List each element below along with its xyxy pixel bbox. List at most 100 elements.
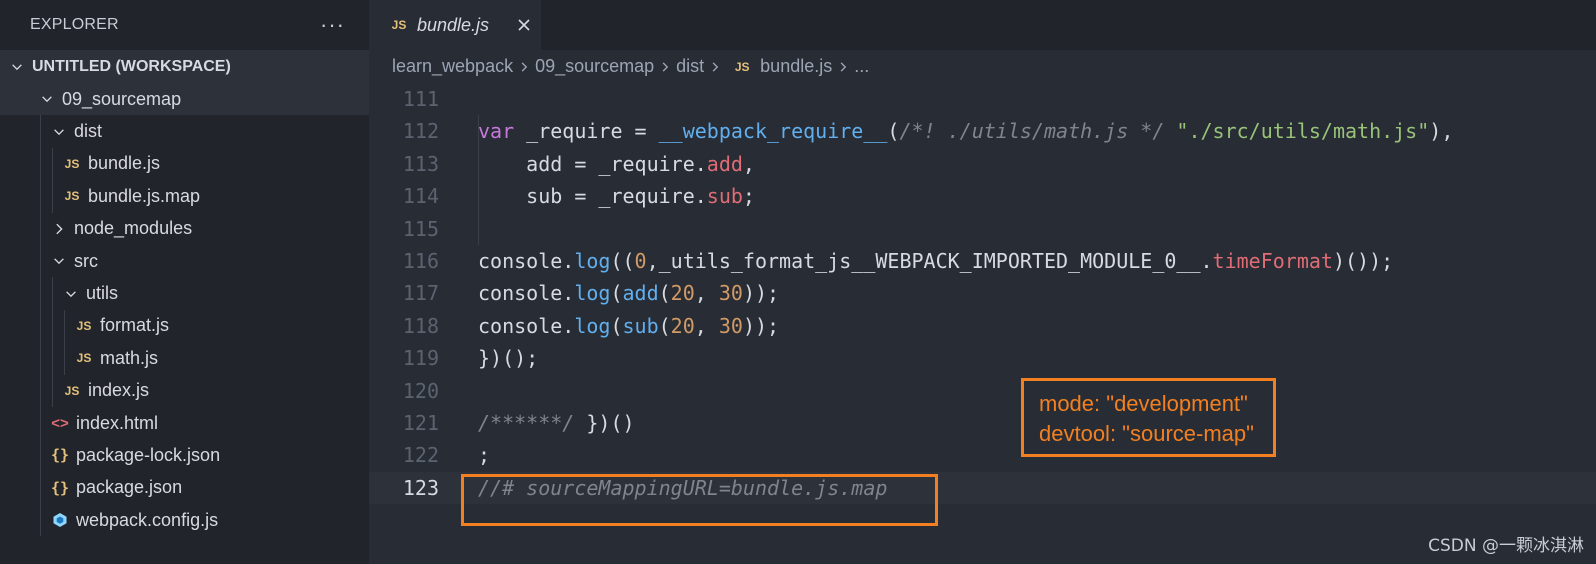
- code-token: __webpack_require__: [658, 119, 888, 144]
- tree-item-label: bundle.js.map: [88, 185, 201, 206]
- tree-indent-guide: [40, 147, 41, 181]
- code-token: ,: [742, 151, 755, 176]
- line-number: 111: [402, 87, 439, 111]
- breadcrumb-item-more[interactable]: ...: [854, 56, 869, 77]
- tab-bundle-js[interactable]: JS bundle.js: [369, 0, 541, 50]
- tree-item[interactable]: dist: [0, 115, 369, 148]
- code-token: add: [622, 281, 659, 306]
- tree-item[interactable]: JS math.js: [0, 342, 369, 375]
- code-token: ((: [610, 248, 635, 273]
- tree-indent-guide: [52, 277, 53, 310]
- tree-item[interactable]: {} package.json: [0, 471, 369, 505]
- code-line[interactable]: 112 var _require = __webpack_require__(/*…: [369, 115, 1596, 147]
- code-editor[interactable]: 111 112 var _require = __webpack_require__…: [369, 83, 1596, 505]
- code-token: sub = _require.: [478, 184, 707, 209]
- code-line[interactable]: 119})();: [369, 342, 1596, 374]
- chevron-down-icon: [38, 90, 56, 108]
- tree-item[interactable]: JS index.js: [0, 374, 369, 407]
- tree-item[interactable]: 09_sourcemap: [0, 83, 369, 116]
- chevron-down-icon: [8, 58, 26, 76]
- line-number: 114: [402, 184, 439, 209]
- tree-indent-guide: [40, 439, 41, 472]
- annotation-mode-text: mode: "development": [1039, 391, 1248, 416]
- code-line[interactable]: 114 sub = _require.sub;: [369, 180, 1596, 212]
- breadcrumb-item-learn-webpack[interactable]: learn_webpack: [392, 56, 513, 77]
- tree-indent-guide: [40, 374, 41, 407]
- tree-item[interactable]: node_modules: [0, 212, 369, 245]
- breadcrumb-item-dist[interactable]: dist: [676, 56, 704, 77]
- line-number: 119: [402, 346, 439, 371]
- tree-indent-guide: [52, 374, 53, 407]
- tree-item[interactable]: src: [0, 244, 369, 278]
- code-token: (: [610, 281, 623, 306]
- code-token: sub: [706, 184, 743, 209]
- tree-indent-guide: [40, 504, 41, 537]
- tree-indent-guide: [40, 115, 41, 148]
- code-token: "./src/utils/math.js": [1176, 119, 1430, 144]
- webpack-icon: [50, 512, 70, 528]
- workspace-header[interactable]: UNTITLED (WORKSPACE): [0, 50, 369, 83]
- tree-item-label: webpack.config.js: [76, 509, 219, 530]
- explorer-title: EXPLORER: [30, 16, 119, 33]
- code-text: console.log(sub(20, 30));: [478, 310, 779, 342]
- tree-item-label: index.js: [88, 380, 150, 401]
- code-text: add = _require.add,: [478, 148, 755, 180]
- close-icon[interactable]: [515, 16, 533, 34]
- code-token: 0: [634, 248, 647, 273]
- tree-item-label: dist: [74, 121, 103, 142]
- code-token: var: [478, 119, 515, 144]
- code-token: log: [574, 248, 611, 273]
- tree-indent-guide: [40, 342, 41, 375]
- js-file-icon: JS: [64, 189, 80, 204]
- tree-item-label: package.json: [76, 477, 183, 498]
- code-line[interactable]: 120: [369, 375, 1596, 407]
- code-token: )());: [1332, 248, 1394, 273]
- code-text: /******/ })(): [478, 407, 635, 439]
- json-file-icon: {}: [50, 478, 70, 497]
- tree-item[interactable]: utils: [0, 277, 369, 310]
- code-line[interactable]: 122;: [369, 439, 1596, 471]
- tree-item[interactable]: webpack.config.js: [0, 504, 369, 537]
- breadcrumb-item-bundle-js[interactable]: bundle.js: [760, 56, 832, 77]
- code-token: 30: [718, 313, 743, 338]
- tree-indent-guide: [40, 471, 41, 505]
- more-actions-icon[interactable]: ···: [320, 14, 345, 36]
- code-line[interactable]: 121 /******/ })(): [369, 407, 1596, 439]
- tree-item[interactable]: JS bundle.js.map: [0, 180, 369, 213]
- code-line[interactable]: 116 console.log((0,_utils_format_js__WEBP…: [369, 245, 1596, 277]
- js-file-icon: JS: [76, 318, 92, 333]
- breadcrumb-item-09-sourcemap[interactable]: 09_sourcemap: [535, 56, 654, 77]
- tree-item-label: src: [74, 250, 98, 271]
- code-token: add: [706, 151, 743, 176]
- code-token: (: [658, 281, 671, 306]
- tree-item[interactable]: JS format.js: [0, 309, 369, 343]
- tree-item-label: format.js: [100, 315, 170, 336]
- code-token: ));: [742, 313, 780, 338]
- line-number: 112: [402, 119, 439, 144]
- code-text: var _require = __webpack_require__(/*! .…: [478, 115, 1453, 147]
- tree-item[interactable]: {} package-lock.json: [0, 439, 369, 472]
- chevron-down-icon: [50, 252, 68, 270]
- code-line[interactable]: 113 add = _require.add,: [369, 148, 1596, 180]
- tree-item[interactable]: JS bundle.js: [0, 147, 369, 181]
- tree-indent-guide: [52, 147, 53, 181]
- code-line[interactable]: 118 console.log(sub(20, 30));: [369, 310, 1596, 342]
- code-line[interactable]: 115: [369, 213, 1596, 245]
- tree-indent-guide: [40, 277, 41, 310]
- code-line[interactable]: 111: [369, 83, 1596, 115]
- code-token: ),: [1429, 119, 1454, 144]
- tree-item-label: node_modules: [74, 218, 193, 239]
- file-tree: 09_sourcemap dist JS bundle.js JS bundle.js.m…: [0, 83, 369, 537]
- tree-item-label: bundle.js: [88, 153, 161, 174]
- tree-item[interactable]: <> index.html: [0, 406, 369, 440]
- code-token: /*! ./utils/math.js */: [899, 119, 1165, 144]
- line-number: 123: [402, 475, 439, 500]
- json-file-icon: {}: [50, 446, 70, 465]
- tree-indent-guide: [52, 342, 53, 375]
- tree-item-label: utils: [86, 283, 119, 304]
- code-text: console.log((0,_utils_format_js__WEBPACK…: [478, 245, 1393, 277]
- code-line[interactable]: 117 console.log(add(20, 30));: [369, 277, 1596, 309]
- chevron-right-icon: [834, 58, 852, 76]
- code-text: sub = _require.sub;: [478, 180, 755, 212]
- config-annotation-box: mode: "development" devtool: "source-map…: [1021, 378, 1276, 457]
